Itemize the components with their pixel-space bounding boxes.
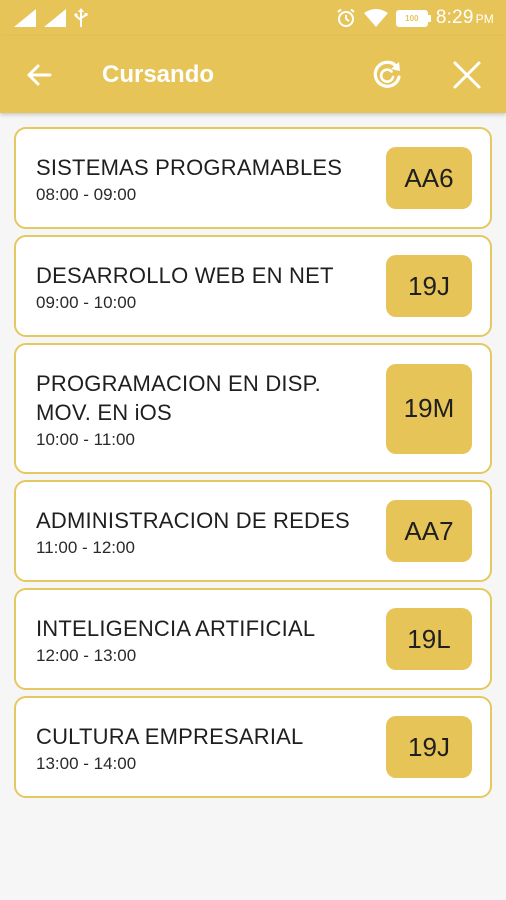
wifi-icon — [363, 9, 388, 27]
class-list: SISTEMAS PROGRAMABLES 08:00 - 09:00 AA6 … — [14, 127, 492, 804]
class-time: 11:00 - 12:00 — [36, 537, 135, 557]
class-subject: INTELIGENCIA ARTIFICIAL — [36, 615, 316, 641]
class-time: 10:00 - 11:00 — [36, 429, 135, 449]
class-card[interactable]: ADMINISTRACION DE REDES 11:00 - 12:00 AA… — [14, 480, 492, 582]
room-badge: 19J — [386, 255, 472, 317]
status-bar-right: 100 8:29 PM — [336, 6, 494, 30]
class-card[interactable]: CULTURA EMPRESARIAL 13:00 - 14:00 19J — [14, 696, 492, 798]
app-bar: Cursando — [0, 36, 506, 113]
back-button[interactable] — [22, 58, 56, 92]
class-subject: DESARROLLO WEB EN NET — [36, 262, 334, 288]
room-badge: 19J — [386, 716, 472, 778]
class-time: 13:00 - 14:00 — [36, 753, 137, 773]
room-badge: AA7 — [386, 500, 472, 562]
room-badge: 19M — [386, 363, 472, 454]
battery-icon: 100 — [395, 9, 431, 27]
class-card-text: CULTURA EMPRESARIAL 13:00 - 14:00 — [16, 700, 386, 795]
signal-icon — [14, 9, 36, 27]
class-time: 08:00 - 09:00 — [36, 184, 137, 204]
clock-time: 8:29 — [435, 7, 474, 28]
room-badge: AA6 — [386, 147, 472, 209]
arrow-back-icon — [27, 64, 52, 86]
class-time: 12:00 - 13:00 — [36, 645, 137, 665]
class-subject: CULTURA EMPRESARIAL — [36, 723, 304, 749]
alarm-icon — [337, 8, 355, 27]
signal-icon — [44, 9, 66, 27]
class-card-text: PROGRAMACION EN DISP. MOV. EN iOS 10:00 … — [16, 347, 386, 471]
clock-ampm: PM — [475, 12, 494, 26]
class-card[interactable]: PROGRAMACION EN DISP. MOV. EN iOS 10:00 … — [14, 343, 492, 474]
class-subject: ADMINISTRACION DE REDES — [36, 507, 350, 533]
close-button[interactable] — [448, 56, 486, 94]
room-badge: 19L — [386, 608, 472, 670]
status-bar: 100 8:29 PM — [0, 0, 506, 36]
battery-level: 100 — [405, 13, 419, 23]
class-card[interactable]: SISTEMAS PROGRAMABLES 08:00 - 09:00 AA6 — [14, 127, 492, 229]
refresh-icon — [373, 60, 401, 88]
class-card-text: ADMINISTRACION DE REDES 11:00 - 12:00 — [16, 484, 386, 579]
class-card[interactable]: DESARROLLO WEB EN NET 09:00 - 10:00 19J — [14, 235, 492, 337]
clock: 8:29 PM — [436, 7, 494, 29]
class-subject: SISTEMAS PROGRAMABLES — [36, 154, 343, 180]
page-title: Cursando — [102, 61, 215, 88]
refresh-button[interactable] — [368, 56, 406, 94]
class-card-text: INTELIGENCIA ARTIFICIAL 12:00 - 13:00 — [16, 592, 386, 687]
class-card[interactable]: INTELIGENCIA ARTIFICIAL 12:00 - 13:00 19… — [14, 588, 492, 690]
class-card-text: DESARROLLO WEB EN NET 09:00 - 10:00 — [16, 239, 386, 334]
close-icon — [453, 61, 481, 89]
status-bar-left — [14, 6, 88, 30]
usb-icon — [74, 8, 88, 27]
class-subject: PROGRAMACION EN DISP. MOV. EN iOS — [36, 370, 321, 425]
class-card-text: SISTEMAS PROGRAMABLES 08:00 - 09:00 — [16, 131, 386, 226]
class-time: 09:00 - 10:00 — [36, 292, 137, 312]
